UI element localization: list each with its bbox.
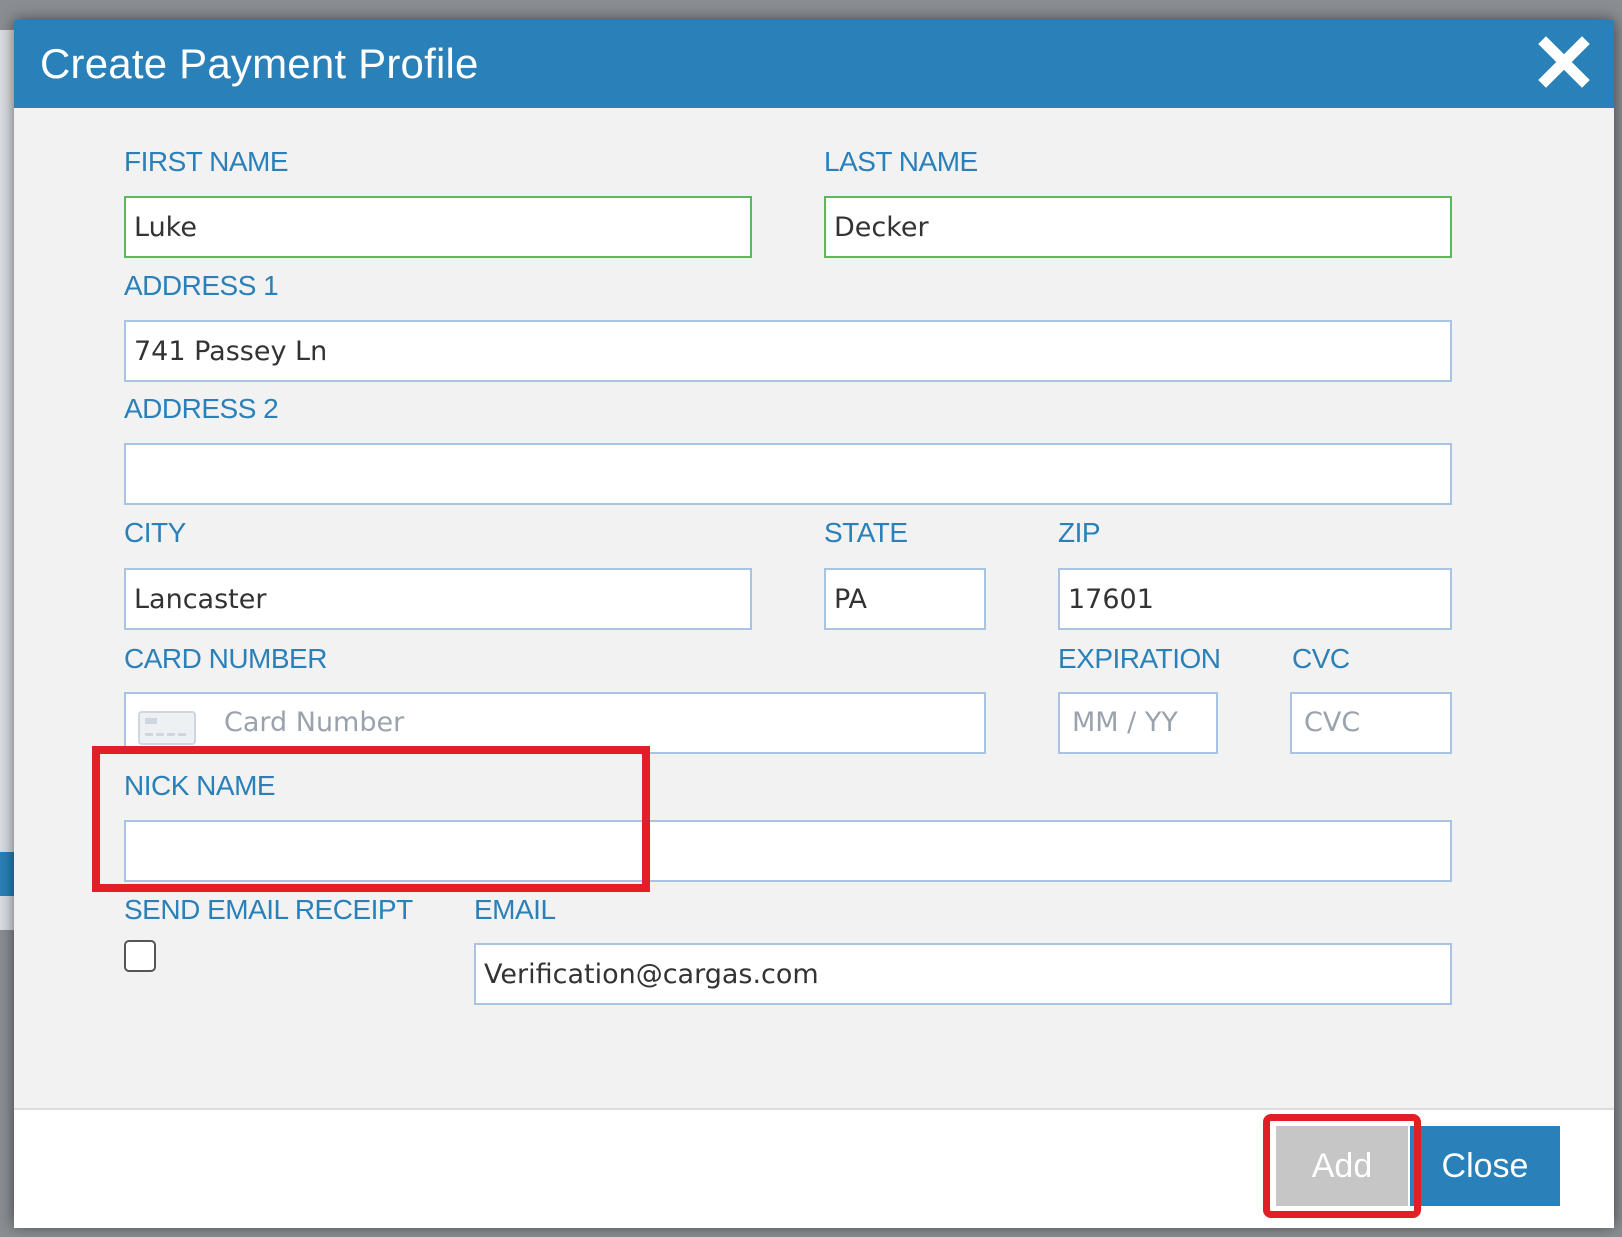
nick-name-label: NICK NAME	[124, 770, 276, 801]
dialog-header: Create Payment Profile	[14, 20, 1614, 108]
state-label: STATE	[824, 517, 908, 548]
send-email-receipt-label: SEND EMAIL RECEIPT	[124, 894, 413, 925]
zip-label: ZIP	[1058, 517, 1101, 548]
expiration-placeholder: MM / YY	[1072, 707, 1178, 738]
add-button[interactable]: Add	[1276, 1126, 1408, 1206]
send-email-receipt-checkbox[interactable]	[124, 940, 156, 972]
address2-input[interactable]	[124, 443, 1452, 505]
city-label: CITY	[124, 517, 186, 548]
first-name-label: FIRST NAME	[124, 146, 289, 177]
email-label: EMAIL	[474, 894, 556, 925]
card-number-placeholder: Card Number	[224, 707, 405, 738]
credit-card-icon	[138, 708, 196, 745]
nick-name-input[interactable]	[124, 820, 1452, 882]
close-icon[interactable]	[1536, 34, 1592, 90]
cvc-input[interactable]: CVC	[1290, 692, 1452, 754]
email-input[interactable]	[474, 943, 1452, 1005]
last-name-label: LAST NAME	[824, 146, 978, 177]
address2-label: ADDRESS 2	[124, 393, 279, 424]
cvc-placeholder: CVC	[1304, 707, 1361, 738]
expiration-label: EXPIRATION	[1058, 643, 1221, 674]
first-name-input[interactable]	[124, 196, 752, 258]
card-number-label: CARD NUMBER	[124, 643, 327, 674]
last-name-input[interactable]	[824, 196, 1452, 258]
payment-profile-dialog: Create Payment Profile FIRST NAME LAST N…	[14, 20, 1614, 1228]
expiration-input[interactable]: MM / YY	[1058, 692, 1218, 754]
address1-input[interactable]	[124, 320, 1452, 382]
cvc-label: CVC	[1292, 643, 1350, 674]
state-input[interactable]	[824, 568, 986, 630]
dialog-title: Create Payment Profile	[40, 40, 479, 87]
card-number-input[interactable]: Card Number	[124, 692, 986, 754]
close-button[interactable]: Close	[1410, 1126, 1560, 1206]
city-input[interactable]	[124, 568, 752, 630]
address1-label: ADDRESS 1	[124, 270, 279, 301]
zip-input[interactable]	[1058, 568, 1452, 630]
